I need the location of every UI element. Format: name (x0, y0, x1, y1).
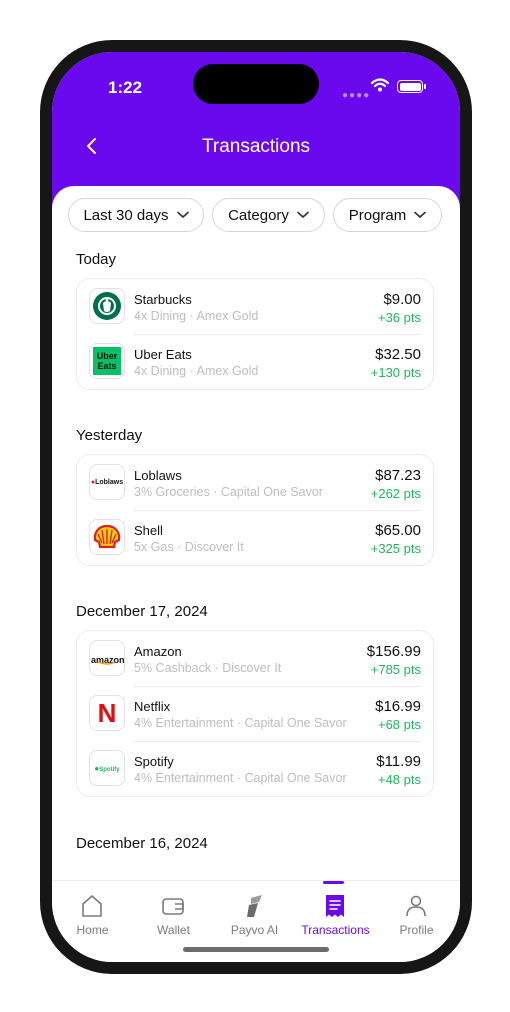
active-tab-indicator (323, 881, 344, 884)
home-indicator[interactable] (183, 947, 329, 952)
signal-dots-icon: ●●●● (342, 90, 371, 101)
transaction-row[interactable]: Starbucks 4x Dining · Amex Gold $9.00 +3… (89, 279, 421, 334)
transaction-amount: $32.50 (375, 346, 421, 363)
phone-frame: 1:22 ●●●● Transactions Last 30 days Cate… (40, 40, 472, 974)
content-sheet: Last 30 days Category Program Today Star… (52, 186, 460, 886)
points-earned: +262 pts (370, 486, 421, 501)
points-earned: +325 pts (370, 541, 421, 556)
tab-label: Transactions (301, 923, 370, 937)
group-date-heading: Yesterday (76, 427, 143, 444)
profile-icon (406, 895, 426, 917)
home-icon (82, 895, 102, 917)
transaction-group: Today Starbucks 4x Dining · Amex Gold $9… (76, 250, 434, 390)
transaction-card: ●Loblaws Loblaws 3% Groceries · Capital … (76, 454, 434, 566)
transaction-card: amazon Amazon 5% Cashback · Discover It … (76, 630, 434, 797)
shell-logo (89, 519, 125, 555)
transaction-row[interactable]: ●Spotify Spotify 4% Entertainment · Capi… (89, 741, 421, 796)
merchant-name: Shell (134, 523, 163, 538)
transaction-description: 4x Dining · Amex Gold (134, 309, 259, 323)
payvo-ai-icon (247, 895, 262, 917)
transaction-list[interactable]: Today Starbucks 4x Dining · Amex Gold $9… (52, 246, 460, 886)
status-time: 1:22 (108, 78, 143, 97)
spotify-logo: ●Spotify (89, 750, 125, 786)
points-earned: +36 pts (377, 310, 421, 325)
uber-eats-logo: Uber Eats (89, 343, 125, 379)
transaction-group: Yesterday ●Loblaws Loblaws 3% Groceries … (76, 426, 434, 566)
transaction-group: December 16, 2024 (76, 834, 434, 862)
transaction-row[interactable]: N Netflix 4% Entertainment · Capital One… (89, 686, 421, 741)
group-date-heading: December 16, 2024 (76, 835, 208, 852)
netflix-logo: N (89, 695, 125, 731)
battery-icon (397, 80, 426, 93)
tab-payvo-ai[interactable]: Payvo AI (214, 881, 295, 943)
status-icons: ●●●● (342, 78, 442, 101)
tab-home[interactable]: Home (52, 881, 133, 943)
app-screen: 1:22 ●●●● Transactions Last 30 days Cate… (52, 52, 460, 962)
filter-date-range[interactable]: Last 30 days (68, 198, 204, 232)
spotify-logo-text: Spotify (99, 766, 120, 773)
transaction-row[interactable]: Shell 5x Gas · Discover It $65.00 +325 p… (89, 510, 421, 565)
transaction-amount: $9.00 (383, 291, 421, 308)
transaction-amount: $65.00 (375, 522, 421, 539)
merchant-name: Loblaws (134, 468, 182, 483)
points-earned: +48 pts (377, 772, 421, 787)
transaction-description: 4% Entertainment · Capital One Savor (134, 771, 347, 785)
points-earned: +785 pts (370, 662, 421, 677)
points-earned: +130 pts (370, 365, 421, 380)
transaction-description: 3% Groceries · Capital One Savor (134, 485, 323, 499)
merchant-name: Starbucks (134, 292, 192, 307)
wifi-icon (371, 78, 389, 92)
filter-bar: Last 30 days Category Program (68, 198, 458, 234)
transaction-description: 5x Gas · Discover It (134, 540, 244, 554)
transaction-row[interactable]: ●Loblaws Loblaws 3% Groceries · Capital … (89, 455, 421, 510)
chevron-down-icon (176, 211, 189, 219)
transaction-description: 5% Cashback · Discover It (134, 661, 282, 675)
transaction-amount: $16.99 (375, 698, 421, 715)
transaction-description: 4x Dining · Amex Gold (134, 364, 259, 378)
merchant-name: Amazon (134, 644, 182, 659)
uber-eats-logo-text: Eats (97, 361, 117, 371)
chevron-down-icon (297, 211, 309, 219)
wallet-icon (162, 898, 184, 915)
merchant-name: Uber Eats (134, 347, 192, 362)
transaction-amount: $156.99 (366, 643, 421, 660)
filter-program[interactable]: Program (333, 198, 442, 232)
filter-label: Category (228, 206, 289, 224)
loblaws-logo: ●Loblaws (89, 464, 125, 500)
receipt-icon (326, 895, 344, 917)
merchant-name: Netflix (134, 699, 171, 714)
tab-label: Home (76, 923, 109, 937)
transaction-amount: $11.99 (376, 753, 421, 770)
transaction-amount: $87.23 (375, 467, 421, 484)
dynamic-island (193, 64, 319, 104)
netflix-logo-text: N (97, 697, 117, 728)
tab-wallet[interactable]: Wallet (133, 881, 214, 943)
amazon-logo: amazon (89, 640, 125, 676)
tab-label: Payvo AI (230, 923, 279, 937)
transaction-card: Starbucks 4x Dining · Amex Gold $9.00 +3… (76, 278, 434, 390)
page-title: Transactions (201, 136, 311, 157)
merchant-name: Spotify (134, 754, 174, 769)
transaction-group: December 17, 2024 amazon Amazon 5% Cashb… (76, 602, 434, 797)
uber-eats-logo-text: Uber (96, 351, 118, 361)
tab-profile[interactable]: Profile (376, 881, 457, 943)
tab-transactions[interactable]: Transactions (295, 881, 376, 943)
transaction-row[interactable]: Uber Eats Uber Eats 4x Dining · Amex Gol… (89, 334, 421, 389)
filter-category[interactable]: Category (212, 198, 325, 232)
transaction-row[interactable]: amazon Amazon 5% Cashback · Discover It … (89, 631, 421, 686)
filter-label: Program (348, 206, 407, 224)
loblaws-logo-text: Loblaws (95, 478, 124, 486)
points-earned: +68 pts (377, 717, 421, 732)
chevron-down-icon (414, 211, 427, 219)
transaction-description: 4% Entertainment · Capital One Savor (134, 716, 347, 730)
filter-label: Last 30 days (83, 206, 169, 224)
tab-label: Profile (399, 923, 434, 937)
group-date-heading: Today (76, 251, 117, 268)
group-date-heading: December 17, 2024 (76, 603, 208, 620)
starbucks-logo (89, 288, 125, 324)
tab-label: Wallet (157, 923, 190, 937)
